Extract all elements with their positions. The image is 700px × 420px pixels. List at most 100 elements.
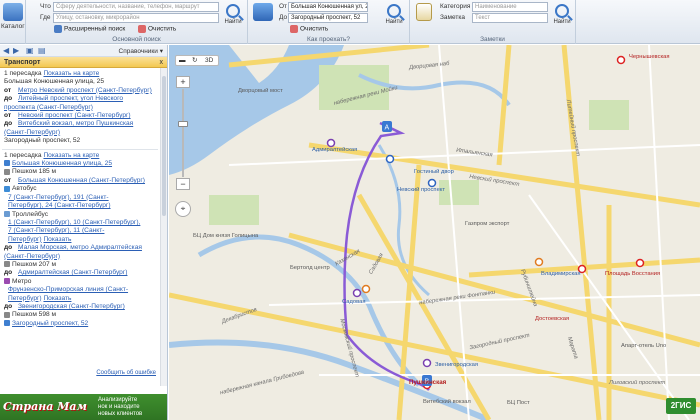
route-search-button[interactable]: Найти bbox=[384, 4, 404, 32]
main-search-button[interactable]: Найти bbox=[223, 4, 243, 32]
summary-destination: Загородный проспект, 52 bbox=[4, 137, 81, 145]
route-to-input[interactable]: Загородный проспект, 52 bbox=[288, 13, 368, 23]
print-icon[interactable]: ▣ bbox=[26, 46, 34, 56]
divider bbox=[2, 147, 158, 150]
copy-icon[interactable]: ▤ bbox=[38, 46, 46, 56]
summary-row: от Метро Невский проспект (Санкт-Петербур… bbox=[0, 87, 160, 95]
category-select[interactable]: Наименование bbox=[472, 2, 548, 12]
trolley-line-link[interactable]: 1 (Санкт-Петербург), 10 (Санкт-Петербург… bbox=[8, 219, 140, 226]
route-caption: Как проехать? bbox=[307, 36, 350, 43]
summary-transfers-text: 1 пересадка bbox=[4, 70, 42, 77]
zoom-track[interactable] bbox=[182, 89, 184, 177]
row-link[interactable]: Литейный проспект, угол Невского bbox=[18, 95, 123, 102]
map-view[interactable]: A B Дворцовый мост набережная реки Мойки… bbox=[169, 45, 700, 420]
banner-line: Анализируйте bbox=[98, 397, 138, 403]
summary-show-on-map-link[interactable]: Показать на карте bbox=[43, 70, 99, 77]
metro-line: Фрунзенско-Приморская линия (Санкт- bbox=[0, 286, 160, 294]
panel-scrollbar[interactable] bbox=[160, 68, 167, 386]
back-icon[interactable]: ◀ bbox=[3, 46, 9, 56]
map-label: Витебский вокзал bbox=[423, 399, 471, 405]
metro-station: до Звенигородская (Санкт-Петербург) bbox=[0, 303, 160, 311]
metro-line-link[interactable]: Фрунзенско-Приморская линия (Санкт- bbox=[8, 286, 128, 293]
start-flag-icon bbox=[4, 160, 10, 167]
row-link[interactable]: (Санкт-Петербург) bbox=[4, 129, 60, 136]
summary-row: до Витебский вокзал, метро Пушкинская bbox=[0, 120, 160, 128]
trolley-lines: 1 (Санкт-Петербург), 10 (Санкт-Петербург… bbox=[0, 219, 160, 227]
trolley-line-link[interactable]: 7 (Санкт-Петербург), 11 (Санкт- bbox=[8, 227, 104, 234]
row-label: до bbox=[4, 95, 13, 103]
banner-brand-watermark: Страна Мам bbox=[3, 400, 87, 413]
notepad-icon bbox=[416, 3, 432, 21]
walk-step: Пешком 207 м bbox=[0, 261, 160, 269]
route-group: От Большая Конюшенная ул, 25 До Загородн… bbox=[248, 0, 410, 44]
scrollbar-thumb[interactable] bbox=[162, 76, 166, 216]
row-link[interactable]: Витебский вокзал, метро Пушкинская bbox=[18, 120, 133, 127]
walk-step-text: Пешком 207 м bbox=[12, 260, 57, 268]
walk-destination-link[interactable]: Большая Конюшенная (Санкт-Петербург) bbox=[18, 177, 145, 184]
summary-row: от Невский проспект (Санкт-Петербург) bbox=[0, 112, 160, 120]
notes-search-label: Найти bbox=[553, 19, 571, 25]
route-clear-label: Очистить bbox=[300, 25, 329, 33]
route-icon bbox=[253, 3, 273, 21]
zoom-out-button[interactable]: − bbox=[176, 178, 190, 190]
notes-search-button[interactable]: Найти bbox=[552, 4, 572, 32]
summary-address: Большая Конюшенная улица, 25 bbox=[4, 78, 105, 86]
eraser-icon bbox=[138, 25, 146, 33]
reference-menu[interactable]: Справочники ▾ bbox=[119, 47, 163, 55]
walk-step: Пешком 185 м bbox=[0, 168, 160, 176]
map-label: Садовая bbox=[342, 299, 366, 305]
route-from-input[interactable]: Большая Конюшенная ул, 25 bbox=[288, 2, 368, 12]
map-label: Газпром экспорт bbox=[465, 221, 510, 227]
bus-line-link[interactable]: Петербург), 24 (Санкт-Петербург) bbox=[8, 202, 111, 209]
detail-transfers-text: 1 пересадка bbox=[4, 151, 42, 159]
start-point: Большая Конюшенная улица, 25 bbox=[0, 160, 160, 168]
start-link[interactable]: Большая Конюшенная улица, 25 bbox=[12, 160, 112, 167]
zoom-slider-thumb[interactable] bbox=[178, 121, 188, 127]
map-label: Гостиный двор bbox=[414, 169, 454, 175]
svg-text:A: A bbox=[385, 125, 390, 132]
zoom-in-button[interactable]: + bbox=[176, 76, 190, 88]
clear-search-label: Очистить bbox=[148, 25, 177, 33]
advanced-search-button[interactable]: Расширенный поиск bbox=[54, 25, 125, 33]
brand-logo: 2ГИС bbox=[666, 398, 696, 414]
catalog-button[interactable]: Каталог bbox=[1, 3, 25, 33]
report-error-link[interactable]: Сообщить об ошибке bbox=[96, 370, 156, 376]
trolleybus-label: Троллейбус bbox=[12, 210, 49, 218]
metro-station-link[interactable]: Звенигородская (Санкт-Петербург) bbox=[18, 303, 125, 310]
show-link[interactable]: Показать bbox=[43, 236, 71, 243]
banner-line: нок и находите bbox=[98, 404, 140, 410]
clear-search-button[interactable]: Очистить bbox=[138, 25, 176, 33]
detail-show-on-map-link[interactable]: Показать на карте bbox=[43, 152, 99, 159]
show-link[interactable]: Показать bbox=[43, 295, 71, 302]
stop-row: до Малая Морская, метро Адмиралтейская bbox=[0, 244, 160, 252]
catalog-group: Каталог bbox=[0, 0, 26, 44]
stop-link[interactable]: (Санкт-Петербург) bbox=[4, 253, 60, 260]
advert-banner[interactable]: Страна Мам Анализируйте нок и находите н… bbox=[0, 394, 167, 420]
walk-destination-link[interactable]: Адмиралтейская (Санкт-Петербург) bbox=[18, 269, 127, 276]
stop-link[interactable]: Малая Морская, метро Адмиралтейская bbox=[18, 244, 142, 251]
route-panel: ◀ ▶ ▣ ▤ Справочники ▾ Транспорт x 1 пере… bbox=[0, 45, 168, 420]
ruler-icon[interactable]: ▬ bbox=[179, 56, 186, 66]
rotate-icon[interactable]: ↻ bbox=[192, 56, 197, 66]
what-input[interactable]: Сферу деятельности, название, телефон, м… bbox=[53, 2, 219, 12]
where-input[interactable]: Улицу, остановку, микрорайон bbox=[53, 13, 219, 23]
reference-label: Справочники bbox=[118, 48, 158, 55]
notes-caption: Заметки bbox=[480, 36, 505, 43]
route-clear-button[interactable]: Очистить bbox=[290, 25, 328, 33]
notes-group: Категория Наименование Заметка Текст Най… bbox=[410, 0, 576, 44]
trolley-line-link[interactable]: Петербург) bbox=[8, 236, 42, 243]
row-link[interactable]: Метро Невский проспект (Санкт-Петербург) bbox=[18, 87, 152, 94]
panel-close-button[interactable]: x bbox=[160, 57, 164, 68]
row-link[interactable]: Невский проспект (Санкт-Петербург) bbox=[18, 112, 131, 119]
note-input[interactable]: Текст bbox=[472, 13, 548, 23]
bus-line-link[interactable]: 7 (Санкт-Петербург), 191 (Санкт- bbox=[8, 194, 109, 201]
forward-icon[interactable]: ▶ bbox=[13, 46, 19, 56]
end-link[interactable]: Загородный проспект, 52 bbox=[12, 320, 88, 327]
summary-row: (Санкт-Петербург) bbox=[0, 129, 160, 137]
view-3d-button[interactable]: 3D bbox=[205, 56, 213, 66]
map-label: Пушкинская bbox=[409, 379, 447, 386]
metro-line-link[interactable]: Петербург) bbox=[8, 295, 42, 302]
row-link[interactable]: проспекта (Санкт-Петербург) bbox=[4, 104, 93, 111]
compass-icon[interactable]: ⌖ bbox=[175, 201, 191, 217]
stop-to-label: до bbox=[4, 244, 13, 252]
